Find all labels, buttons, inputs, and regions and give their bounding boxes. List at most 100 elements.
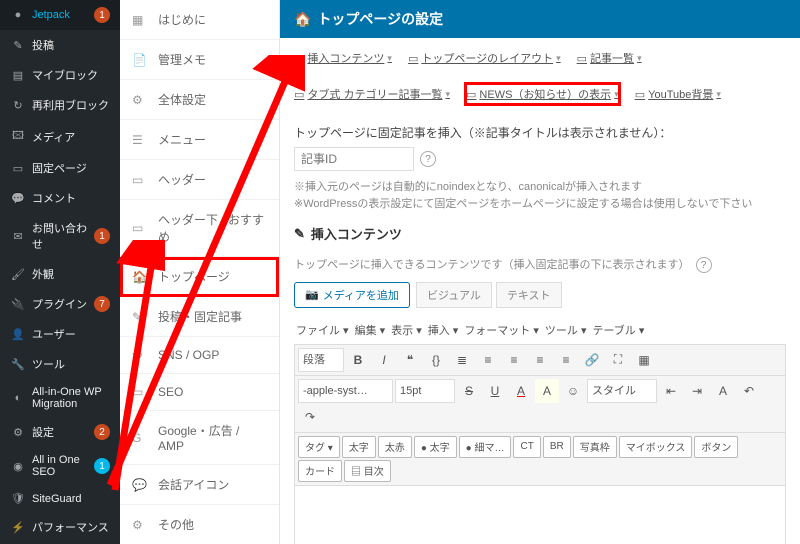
strike-button[interactable]: S: [457, 379, 481, 403]
sidebar-item[interactable]: 💬コメント: [0, 183, 120, 213]
toolbar-pill[interactable]: マイボックス: [619, 436, 693, 458]
settings-item[interactable]: ⚙その他: [120, 505, 279, 544]
toolbar-toggle-button[interactable]: ▦: [632, 348, 656, 372]
settings-item[interactable]: ⟲SNS / OGP: [120, 337, 279, 374]
sidebar-item[interactable]: ◐All-in-One WP Migration: [0, 379, 120, 417]
toolbar-pill[interactable]: タグ ▾: [298, 436, 340, 458]
settings-item[interactable]: ▭ヘッダー下 / おすすめ: [120, 200, 279, 257]
bg-color-button[interactable]: A: [535, 379, 559, 403]
editor-menu-item[interactable]: 挿入 ▾: [426, 320, 461, 340]
tab-label: トップページのレイアウト: [421, 50, 553, 66]
editor-menu-item[interactable]: フォーマット ▾: [462, 320, 541, 340]
align-left-button[interactable]: ≡: [502, 348, 526, 372]
sidebar-item[interactable]: ▭固定ページ: [0, 153, 120, 183]
settings-item[interactable]: 📄管理メモ: [120, 40, 279, 80]
toolbar-pill[interactable]: 太赤: [378, 436, 412, 458]
ul-button[interactable]: ≣: [450, 348, 474, 372]
add-media-button[interactable]: 📷 メディアを追加: [294, 282, 410, 308]
menu-label: メディア: [32, 129, 75, 145]
settings-item[interactable]: ⚙全体設定: [120, 80, 279, 120]
menu-icon: 🖾: [10, 127, 26, 146]
paragraph-select[interactable]: 段落: [298, 348, 344, 372]
align-center-button[interactable]: ≡: [528, 348, 552, 372]
settings-icon: 🏠: [132, 270, 150, 284]
code-button[interactable]: {}: [424, 348, 448, 372]
editor-menu-item[interactable]: 表示 ▾: [389, 320, 424, 340]
tab-label: 記事一覧: [590, 50, 634, 66]
sidebar-item[interactable]: 🔧ツール: [0, 349, 120, 379]
ol-button[interactable]: ≡: [476, 348, 500, 372]
sidebar-item[interactable]: ⚡パフォーマンス: [0, 512, 120, 542]
toolbar-pill[interactable]: ▤ 目次: [344, 460, 391, 482]
settings-item[interactable]: 🏠トップページ: [120, 257, 279, 297]
toolbar-pill[interactable]: ● 細マ…: [459, 436, 512, 458]
redo-button[interactable]: ↷: [298, 405, 322, 429]
tab[interactable]: ▭挿入コンテンツ▾: [292, 46, 394, 70]
quote-button[interactable]: ❝: [398, 348, 422, 372]
settings-item[interactable]: ▭ヘッダー: [120, 160, 279, 200]
menu-label: 外観: [32, 266, 54, 282]
settings-item[interactable]: 💬会話アイコン: [120, 465, 279, 505]
sidebar-item[interactable]: ◉All in One SEO1: [0, 447, 120, 485]
tab[interactable]: ▭トップページのレイアウト▾: [406, 46, 563, 70]
link-button[interactable]: 🔗: [580, 348, 604, 372]
sidebar-item[interactable]: 🛡SiteGuard: [0, 485, 120, 512]
toolbar-pill[interactable]: CT: [513, 436, 540, 458]
sidebar-item[interactable]: ✉お問い合わせ1: [0, 213, 120, 259]
sidebar-item[interactable]: 🖌外観: [0, 259, 120, 289]
sidebar-item[interactable]: ⚙設定2: [0, 417, 120, 447]
editor-toolbar-2: -apple-syst… 15pt S U A A ☺ スタイル ⇤ ⇥ A ↶…: [294, 376, 786, 433]
toolbar-pill[interactable]: ボタン: [694, 436, 738, 458]
sidebar-item[interactable]: ↻再利用ブロック: [0, 90, 120, 120]
info-icon[interactable]: ?: [420, 151, 436, 167]
undo-button[interactable]: ↶: [737, 379, 761, 403]
fullscreen-button[interactable]: ⛶: [606, 348, 630, 372]
size-select[interactable]: 15pt: [395, 379, 455, 403]
sidebar-item[interactable]: ●Jetpack1: [0, 0, 120, 30]
editor-menu-item[interactable]: ツール ▾: [543, 320, 589, 340]
settings-item[interactable]: ✎投稿・固定記事: [120, 297, 279, 337]
settings-item[interactable]: ▦はじめに: [120, 0, 279, 40]
underline-button[interactable]: U: [483, 379, 507, 403]
editor-textarea[interactable]: [294, 486, 786, 544]
tab[interactable]: ▭YouTube背景▾: [633, 82, 723, 106]
text-color-button[interactable]: A: [509, 379, 533, 403]
sidebar-item[interactable]: ▤マイブロック: [0, 60, 120, 90]
sidebar-item[interactable]: 👤ユーザー: [0, 319, 120, 349]
toolbar-pill[interactable]: ● 太字: [414, 436, 457, 458]
tab-label: YouTube背景: [648, 86, 713, 102]
tab[interactable]: ▭タブ式 カテゴリー記事一覧▾: [292, 82, 452, 106]
sidebar-item[interactable]: 🔌プラグイン7: [0, 289, 120, 319]
settings-item[interactable]: ▭SEO: [120, 374, 279, 411]
note-2: ※WordPressの表示設定にて固定ページをホームページに設定する場合は使用し…: [294, 196, 786, 213]
toolbar-pill[interactable]: BR: [543, 436, 571, 458]
fixed-article-input[interactable]: [294, 147, 414, 171]
font-select[interactable]: -apple-syst…: [298, 379, 393, 403]
editor-menu-item[interactable]: 編集 ▾: [353, 320, 388, 340]
settings-item[interactable]: GGoogle・広告 / AMP: [120, 411, 279, 465]
settings-item[interactable]: ☰メニュー: [120, 120, 279, 160]
indent-out-button[interactable]: ⇤: [659, 379, 683, 403]
toolbar-pill[interactable]: カード: [298, 460, 342, 482]
tab[interactable]: ▭記事一覧▾: [575, 46, 644, 70]
tab-row: ▭挿入コンテンツ▾ ▭トップページのレイアウト▾ ▭記事一覧▾ ▭タブ式 カテゴリー記…: [280, 38, 800, 106]
align-right-button[interactable]: ≡: [554, 348, 578, 372]
emoji-button[interactable]: ☺: [561, 379, 585, 403]
editor-menu-item[interactable]: テーブル ▾: [590, 320, 646, 340]
editor-menu-item[interactable]: ファイル ▾: [294, 320, 351, 340]
editor-tab-text[interactable]: テキスト: [496, 282, 562, 308]
sidebar-item[interactable]: 🖾 メディア: [0, 120, 120, 153]
sidebar-item[interactable]: ✎投稿: [0, 30, 120, 60]
italic-button[interactable]: I: [372, 348, 396, 372]
tab[interactable]: ▭NEWS（お知らせ）の表示▾: [464, 82, 621, 106]
indent-in-button[interactable]: ⇥: [685, 379, 709, 403]
settings-icon: ▭: [132, 385, 150, 399]
editor-tab-visual[interactable]: ビジュアル: [416, 282, 492, 308]
tab-label: タブ式 カテゴリー記事一覧: [307, 86, 442, 102]
font-a-button[interactable]: A: [711, 379, 735, 403]
toolbar-pill[interactable]: 写真枠: [573, 436, 617, 458]
style-select[interactable]: スタイル: [587, 379, 657, 403]
bold-button[interactable]: B: [346, 348, 370, 372]
info-icon[interactable]: ?: [696, 257, 712, 273]
toolbar-pill[interactable]: 太字: [342, 436, 376, 458]
